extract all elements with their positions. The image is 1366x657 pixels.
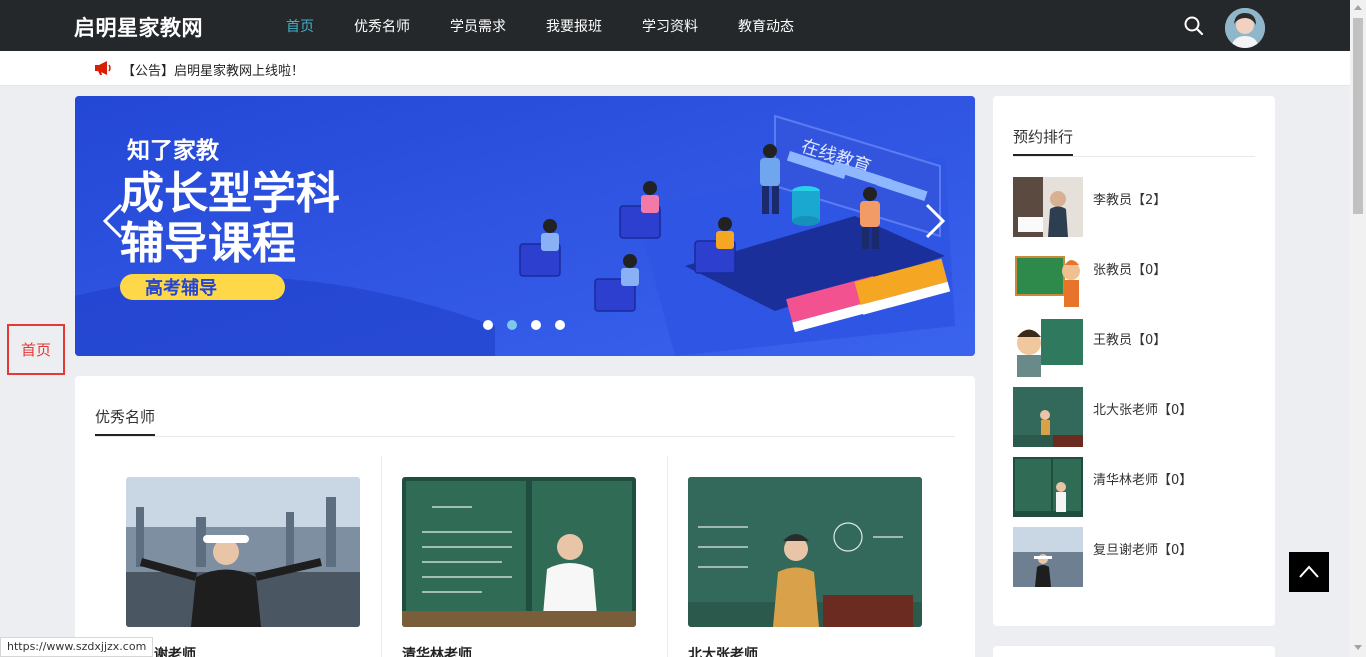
ranking-item[interactable]: 李教员【2】	[1013, 177, 1255, 237]
banner-illustration: 在线教育 知了家教 成长型学科 辅导课程 高考辅导	[75, 96, 975, 356]
ranking-label[interactable]: 王教员【0】	[1093, 329, 1166, 348]
divider	[95, 436, 955, 437]
ranking-label[interactable]: 张教员【0】	[1093, 259, 1166, 278]
nav-materials[interactable]: 学习资料	[642, 16, 698, 36]
main-nav: 首页 优秀名师 学员需求 我要报班 学习资料 教育动态	[286, 0, 834, 51]
ranking-title: 预约排行	[1013, 128, 1074, 146]
notice-bar: 【公告】启明星家教网上线啦！	[0, 51, 1350, 86]
carousel-dots	[483, 320, 565, 330]
ranking-thumb[interactable]	[1013, 457, 1083, 517]
ranking-panel: 预约排行 李教员【2】 张教员【0】 王教员【0】 北大张老师【0】 清华林老师…	[993, 96, 1275, 626]
teacher-photo[interactable]	[688, 477, 922, 627]
ranking-label[interactable]: 李教员【2】	[1093, 189, 1166, 208]
banner-badge: 高考辅导	[145, 277, 217, 299]
user-avatar[interactable]	[1225, 8, 1265, 48]
ranking-item[interactable]: 复旦谢老师【0】	[1013, 527, 1255, 587]
teachers-title: 优秀名师	[95, 408, 156, 426]
back-to-top-button[interactable]	[1289, 552, 1329, 592]
title-underline	[95, 434, 155, 436]
ranking-item[interactable]: 张教员【0】	[1013, 247, 1255, 307]
divider	[1013, 156, 1255, 157]
teacher-card[interactable]: 复旦谢老师	[95, 456, 381, 657]
megaphone-icon	[95, 61, 111, 75]
carousel-prev-icon[interactable]	[101, 201, 125, 241]
banner-headline-1: 成长型学科	[120, 168, 340, 219]
ranking-thumb[interactable]	[1013, 527, 1083, 587]
teacher-card[interactable]: 北大张老师	[667, 456, 953, 657]
nav-enroll[interactable]: 我要报班	[546, 16, 602, 36]
banner-headline-2: 辅导课程	[120, 218, 296, 269]
carousel-dot-4[interactable]	[555, 320, 565, 330]
banner-brand-text: 知了家教	[127, 137, 220, 164]
carousel-dot-1[interactable]	[483, 320, 493, 330]
ranking-label[interactable]: 清华林老师【0】	[1093, 469, 1192, 488]
nav-news[interactable]: 教育动态	[738, 16, 794, 36]
ranking-item[interactable]: 北大张老师【0】	[1013, 387, 1255, 447]
ranking-thumb[interactable]	[1013, 317, 1083, 377]
teachers-panel: 优秀名师 复旦谢老师 清华林老师 北大张老师	[75, 376, 975, 657]
status-bar-url: https://www.szdxjjzx.com	[0, 637, 154, 657]
sidebar-panel-next	[993, 646, 1275, 657]
teacher-name[interactable]: 清华林老师	[402, 644, 472, 657]
ranking-label[interactable]: 复旦谢老师【0】	[1093, 539, 1192, 558]
carousel-dot-2[interactable]	[507, 320, 517, 330]
site-logo[interactable]: 启明星家教网	[74, 12, 203, 42]
teacher-photo[interactable]	[402, 477, 636, 627]
scroll-down-icon[interactable]	[1354, 645, 1362, 650]
ranking-item[interactable]: 清华林老师【0】	[1013, 457, 1255, 517]
notice-text[interactable]: 【公告】启明星家教网上线啦！	[122, 60, 304, 79]
teacher-name[interactable]: 北大张老师	[688, 644, 758, 657]
float-home-button[interactable]: 首页	[7, 324, 65, 375]
ranking-list: 李教员【2】 张教员【0】 王教员【0】 北大张老师【0】 清华林老师【0】 复…	[1013, 177, 1255, 597]
teacher-cards: 复旦谢老师 清华林老师 北大张老师	[95, 456, 955, 657]
carousel-dot-3[interactable]	[531, 320, 541, 330]
search-icon[interactable]	[1183, 15, 1205, 37]
top-navbar: 启明星家教网 首页 优秀名师 学员需求 我要报班 学习资料 教育动态	[0, 0, 1350, 51]
ranking-label[interactable]: 北大张老师【0】	[1093, 399, 1192, 418]
ranking-item[interactable]: 王教员【0】	[1013, 317, 1255, 377]
teacher-photo[interactable]	[126, 477, 360, 627]
carousel-next-icon[interactable]	[923, 201, 947, 241]
banner-carousel[interactable]: 在线教育 知了家教 成长型学科 辅导课程 高考辅导	[75, 96, 975, 356]
title-underline	[1013, 154, 1073, 156]
ranking-thumb[interactable]	[1013, 387, 1083, 447]
nav-teachers[interactable]: 优秀名师	[354, 16, 410, 36]
chevron-up-icon	[1299, 565, 1319, 578]
nav-student-needs[interactable]: 学员需求	[450, 16, 506, 36]
teacher-card[interactable]: 清华林老师	[381, 456, 667, 657]
scroll-thumb[interactable]	[1353, 18, 1363, 214]
nav-home[interactable]: 首页	[286, 16, 314, 36]
scroll-up-icon[interactable]	[1354, 5, 1362, 10]
ranking-thumb[interactable]	[1013, 247, 1083, 307]
page-scrollbar[interactable]	[1350, 0, 1366, 657]
ranking-thumb[interactable]	[1013, 177, 1083, 237]
